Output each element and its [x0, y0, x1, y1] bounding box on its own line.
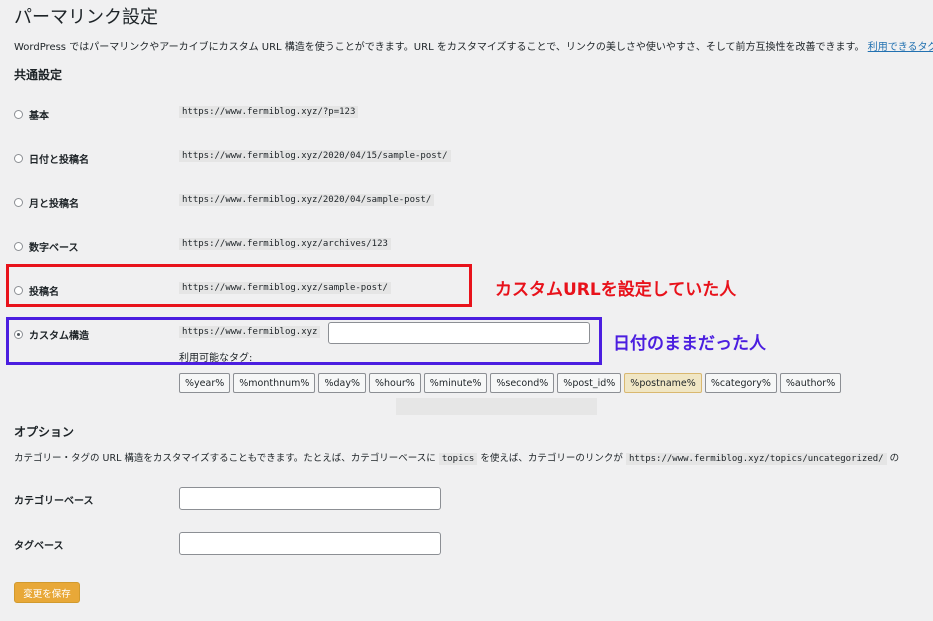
page-intro: WordPress ではパーマリンクやアーカイブにカスタム URL 構造を使うこ…	[14, 38, 933, 53]
custom-structure-input[interactable]	[328, 322, 590, 344]
radio-day-name[interactable]	[14, 154, 23, 163]
category-base-label: カテゴリーベース	[14, 496, 94, 507]
available-tags-link[interactable]: 利用できるタグは	[868, 42, 933, 53]
annotation-blue-note: 日付のままだった人	[613, 334, 766, 354]
radio-numeric[interactable]	[14, 242, 23, 251]
tag-button-day[interactable]: %day%	[318, 373, 366, 393]
page-title: パーマリンク設定	[14, 7, 158, 28]
tag-button-hour[interactable]: %hour%	[368, 373, 421, 393]
optional-desc-code-topics: topics	[438, 453, 478, 465]
tag-button-postname[interactable]: %postname%	[624, 373, 702, 393]
radio-plain[interactable]	[14, 110, 23, 119]
annotation-red-note: カスタムURLを設定していた人	[495, 280, 737, 300]
radio-custom[interactable]	[14, 330, 23, 339]
tag-base-input[interactable]	[179, 532, 441, 555]
optional-desc-after: の	[889, 453, 900, 464]
option-month-name-example: https://www.fermiblog.xyz/2020/04/sample…	[179, 194, 435, 206]
option-numeric-example: https://www.fermiblog.xyz/archives/123	[179, 238, 391, 250]
option-plain-example: https://www.fermiblog.xyz/?p=123	[179, 106, 359, 118]
option-day-name-example: https://www.fermiblog.xyz/2020/04/15/sam…	[179, 150, 451, 162]
category-base-input[interactable]	[179, 487, 441, 510]
optional-desc-code-url: https://www.fermiblog.xyz/topics/uncateg…	[625, 453, 887, 465]
tag-helper-strip	[396, 398, 597, 415]
tag-button-monthnum[interactable]: %monthnum%	[233, 373, 316, 393]
radio-month-name[interactable]	[14, 198, 23, 207]
option-day-name-label: 日付と投稿名	[29, 155, 89, 166]
option-post-name[interactable]: 投稿名	[14, 283, 59, 298]
option-month-name-label: 月と投稿名	[29, 199, 79, 210]
option-numeric-label: 数字ベース	[29, 243, 79, 254]
available-tags-label: 利用可能なタグ:	[179, 353, 253, 364]
tag-base-label: タグベース	[14, 541, 64, 552]
custom-structure-prefix: https://www.fermiblog.xyz	[179, 326, 321, 338]
tag-button-minute[interactable]: %minute%	[423, 373, 488, 393]
optional-description: カテゴリー・タグの URL 構造をカスタマイズすることもできます。たとえば、カテ…	[14, 450, 900, 465]
radio-post-name[interactable]	[14, 286, 23, 295]
option-plain-label: 基本	[29, 111, 49, 122]
option-post-name-label: 投稿名	[29, 287, 59, 298]
save-changes-button[interactable]: 変更を保存	[14, 582, 80, 603]
tag-button-category[interactable]: %category%	[704, 373, 777, 393]
intro-text: WordPress ではパーマリンクやアーカイブにカスタム URL 構造を使うこ…	[14, 42, 865, 53]
option-custom[interactable]: カスタム構造	[14, 327, 89, 342]
tag-button-group: %year% %monthnum% %day% %hour% %minute% …	[179, 373, 842, 393]
option-custom-label: カスタム構造	[29, 331, 89, 342]
optional-desc-before: カテゴリー・タグの URL 構造をカスタマイズすることもできます。たとえば、カテ…	[14, 453, 436, 464]
tag-button-author[interactable]: %author%	[779, 373, 842, 393]
tag-button-second[interactable]: %second%	[490, 373, 555, 393]
common-settings-heading: 共通設定	[14, 68, 63, 82]
tag-button-year[interactable]: %year%	[179, 373, 231, 393]
optional-heading: オプション	[14, 425, 75, 439]
option-post-name-example: https://www.fermiblog.xyz/sample-post/	[179, 282, 391, 294]
option-day-name[interactable]: 日付と投稿名	[14, 151, 89, 166]
optional-desc-mid: を使えば、カテゴリーのリンクが	[480, 453, 623, 464]
option-plain[interactable]: 基本	[14, 107, 49, 122]
option-numeric[interactable]: 数字ベース	[14, 239, 79, 254]
tag-button-post-id[interactable]: %post_id%	[557, 373, 622, 393]
option-month-name[interactable]: 月と投稿名	[14, 195, 79, 210]
